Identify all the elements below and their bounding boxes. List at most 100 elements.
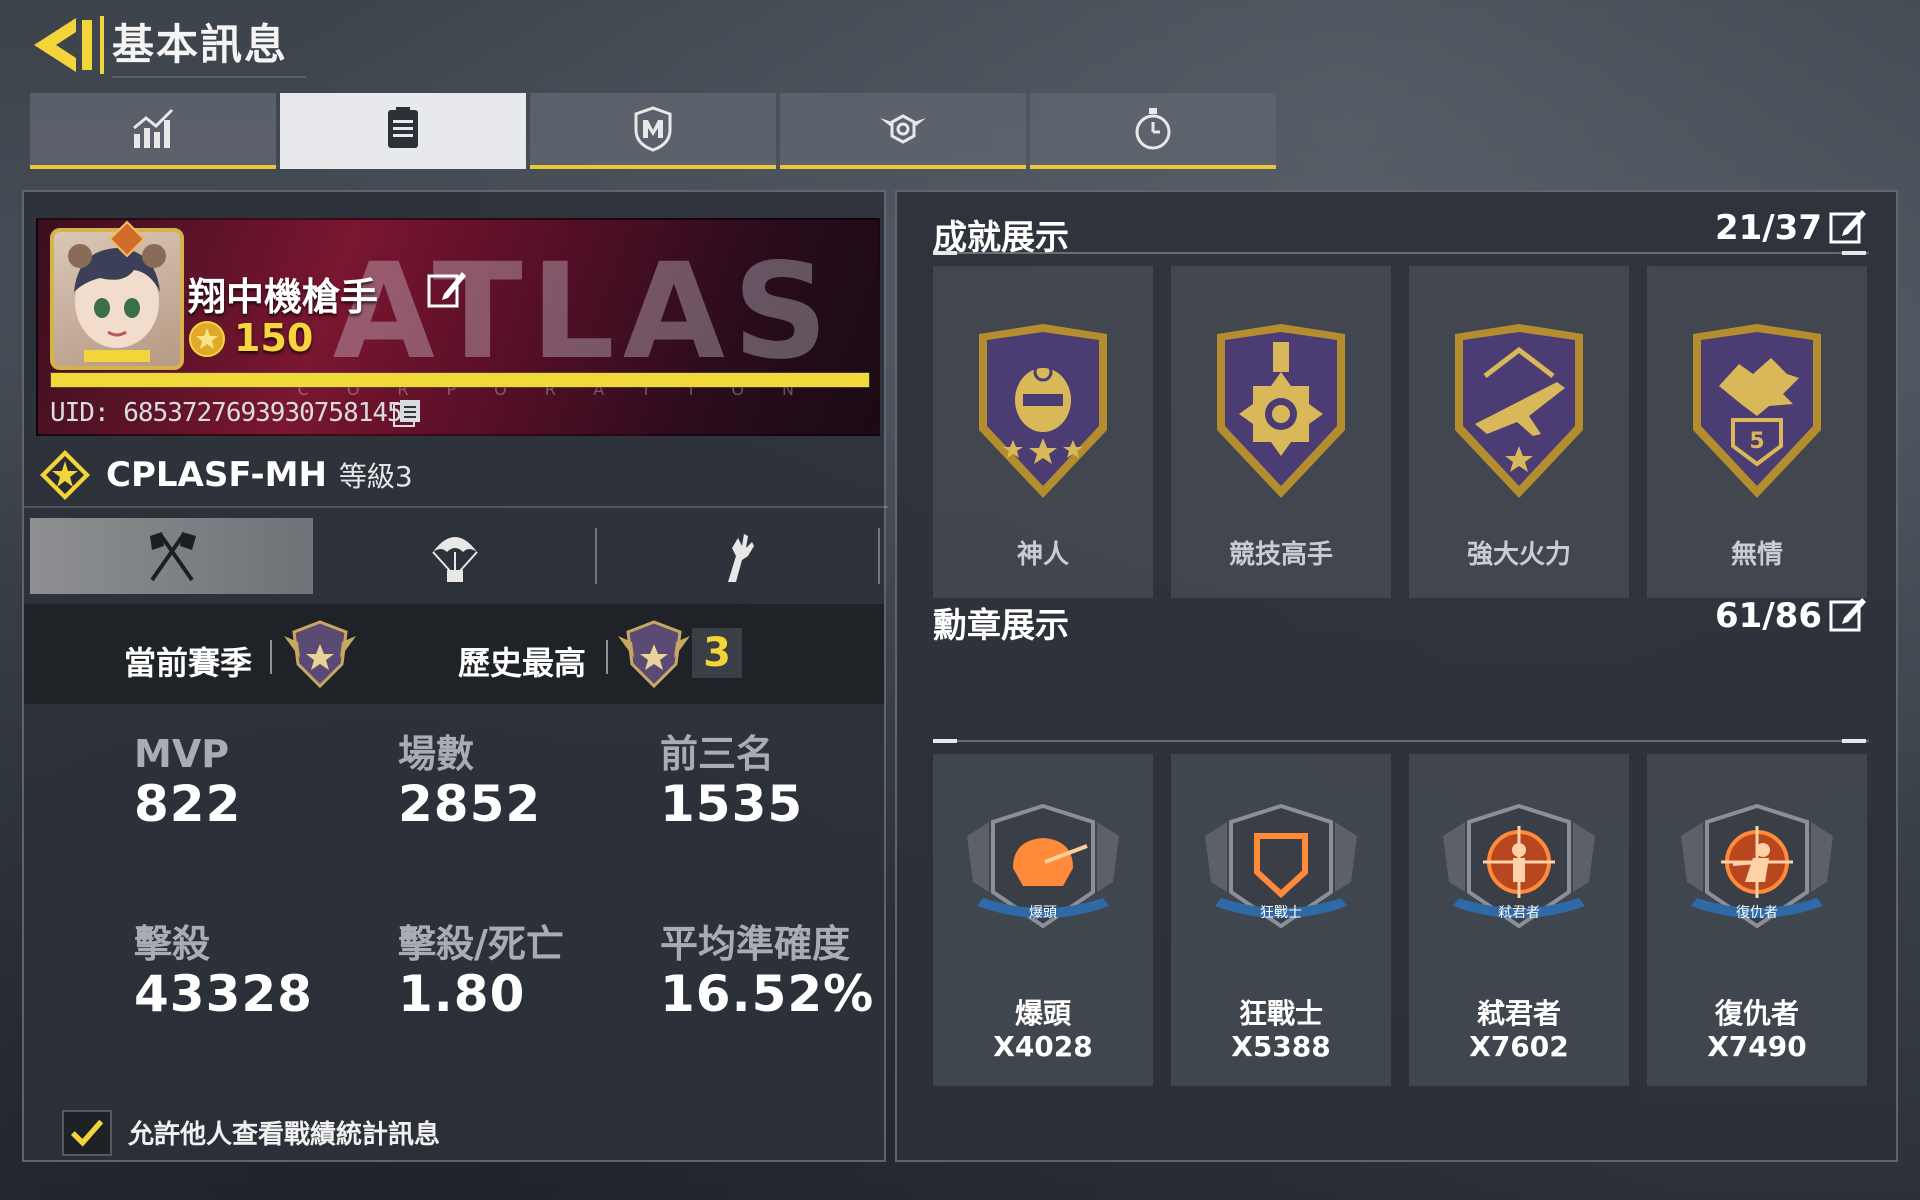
tab-separator <box>877 528 880 584</box>
stat-kills: 擊殺 43328 <box>134 922 313 1022</box>
tab-timer[interactable] <box>1030 93 1276 169</box>
stat-label: MVP <box>134 732 230 776</box>
wolf-badge-icon: 5 <box>1693 324 1821 498</box>
medal-count: X5388 <box>1231 1030 1331 1063</box>
clan-row[interactable]: CPLASF-MH 等級3 <box>38 448 413 502</box>
season-rank-row: 當前賽季 歷史最高 3 <box>24 604 884 704</box>
coin-value: 150 <box>234 316 314 360</box>
stat-value: 1.80 <box>398 965 526 1023</box>
divider <box>933 740 1869 742</box>
profile-banner: ATLAS CORPORATION 翔中機槍手 150 UID: 6853727… <box>36 218 880 436</box>
masked-soldier-badge-icon <box>979 324 1107 498</box>
medal-count: X7490 <box>1707 1030 1807 1063</box>
achievement-card[interactable]: 競技高手 <box>1171 266 1391 598</box>
page-title: 基本訊息 <box>112 14 307 78</box>
clan-level: 等級3 <box>338 460 413 493</box>
kingslayer-medal-icon: 弒君者 <box>1443 803 1595 929</box>
player-name: 翔中機槍手 <box>188 275 379 319</box>
medal-card[interactable]: 復仇者 復仇者 X7490 <box>1647 754 1867 1086</box>
tab-zombies[interactable] <box>597 518 880 594</box>
berserker-medal-icon: 狂戰士 <box>1205 803 1357 929</box>
medal-count: X4028 <box>993 1030 1093 1063</box>
divider <box>270 640 272 674</box>
showcase-panel: 成就展示 21/37 神人 競技高手 強大火力 5 無情 勳章展示 61/86 … <box>895 190 1898 1162</box>
back-button[interactable] <box>30 14 98 76</box>
achievement-card[interactable]: 神人 <box>933 266 1153 598</box>
divider <box>933 739 957 743</box>
stats-chart-icon <box>133 108 174 148</box>
divider <box>1842 251 1866 255</box>
back-arrow-icon <box>34 18 92 72</box>
medal-card[interactable]: 弒君者 弒君者 X7602 <box>1409 754 1629 1086</box>
avatar-portrait <box>68 244 166 362</box>
achievement-card[interactable]: 5 無情 <box>1647 266 1867 598</box>
edit-icon[interactable] <box>426 268 468 310</box>
achievement-card[interactable]: 強大火力 <box>1409 266 1629 598</box>
tab-battle-royale[interactable] <box>313 518 597 594</box>
stat-value: 1535 <box>660 775 804 833</box>
achievement-label: 競技高手 <box>1228 540 1333 570</box>
achievement-label: 神人 <box>1016 540 1069 570</box>
coin-icon <box>189 321 225 357</box>
xp-progress-fill <box>51 373 869 387</box>
header-divider <box>100 16 104 74</box>
stopwatch-icon <box>1135 108 1171 150</box>
top-tab-bar <box>30 93 1276 169</box>
divider <box>24 506 888 508</box>
tab-basic-info[interactable] <box>280 93 526 169</box>
best-season-label: 歷史最高 <box>458 644 587 682</box>
medal-ribbon-text: 爆頭 <box>1029 905 1057 921</box>
jet-badge-icon <box>1455 324 1583 498</box>
stat-label: 擊殺 <box>134 922 211 966</box>
checkmark-icon <box>70 1119 104 1147</box>
medal-card[interactable]: 爆頭 爆頭 X4028 <box>933 754 1153 1086</box>
stat-value: 822 <box>134 775 242 833</box>
current-rank-emblem-icon[interactable] <box>280 614 360 694</box>
medals-count: 61/86 <box>1714 596 1822 636</box>
stat-label: 擊殺/死亡 <box>398 922 564 966</box>
clan-star-icon <box>40 450 90 500</box>
stat-value: 16.52% <box>660 965 875 1023</box>
achievements-count: 21/37 <box>1714 208 1822 248</box>
tab-multiplayer[interactable] <box>30 518 314 594</box>
edit-icon[interactable] <box>1828 594 1868 634</box>
divider <box>1842 739 1866 743</box>
xp-progress-bar <box>50 372 870 388</box>
copy-icon[interactable] <box>392 398 424 428</box>
best-rank-number: 3 <box>692 628 742 678</box>
privacy-checkbox-label[interactable]: 允許他人查看戰績統計訊息 <box>128 1114 440 1151</box>
stat-value: 2852 <box>398 775 542 833</box>
current-season-label: 當前賽季 <box>124 644 253 682</box>
tab-winged-emblem[interactable] <box>780 93 1026 169</box>
stat-top3: 前三名 1535 <box>660 732 803 832</box>
svg-text:5: 5 <box>1749 429 1764 454</box>
achievement-label: 強大火力 <box>1466 540 1571 570</box>
banner-watermark: ATLAS <box>332 235 836 389</box>
medal-card[interactable]: 狂戰士 狂戰士 X5388 <box>1171 754 1391 1086</box>
medal-label: 爆頭 <box>1014 997 1071 1030</box>
mode-tabs <box>30 518 880 594</box>
stat-accuracy: 平均準確度 16.52% <box>660 922 874 1022</box>
stat-label: 場數 <box>398 732 475 776</box>
parachute-icon <box>432 537 478 582</box>
medal-label: 狂戰士 <box>1238 997 1323 1030</box>
best-rank-emblem-icon[interactable] <box>614 614 694 694</box>
edit-icon[interactable] <box>1828 206 1868 246</box>
headshot-medal-icon: 爆頭 <box>967 803 1119 929</box>
privacy-checkbox[interactable] <box>62 1110 112 1156</box>
divider <box>606 640 608 674</box>
medal-label: 復仇者 <box>1714 997 1799 1030</box>
medal-ribbon-text: 復仇者 <box>1736 904 1778 921</box>
shield-icon <box>634 106 672 152</box>
medal-ribbon-text: 弒君者 <box>1498 905 1540 921</box>
avatar[interactable] <box>50 220 184 370</box>
tab-shield[interactable] <box>530 93 776 169</box>
clipboard-icon <box>388 107 418 148</box>
zombie-hand-icon <box>728 534 755 582</box>
medal-count: X7602 <box>1469 1030 1569 1063</box>
medal-label: 弒君者 <box>1476 997 1561 1030</box>
tab-statistics[interactable] <box>30 93 276 169</box>
divider <box>933 251 957 255</box>
cross-medal-badge-icon <box>1217 324 1345 498</box>
stat-label: 前三名 <box>660 732 775 776</box>
